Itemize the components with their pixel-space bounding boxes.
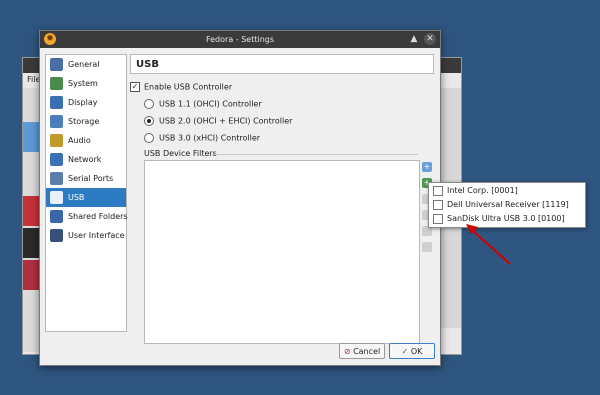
annotation-arrow [466, 224, 511, 265]
annotation-arrow-line [471, 229, 511, 265]
